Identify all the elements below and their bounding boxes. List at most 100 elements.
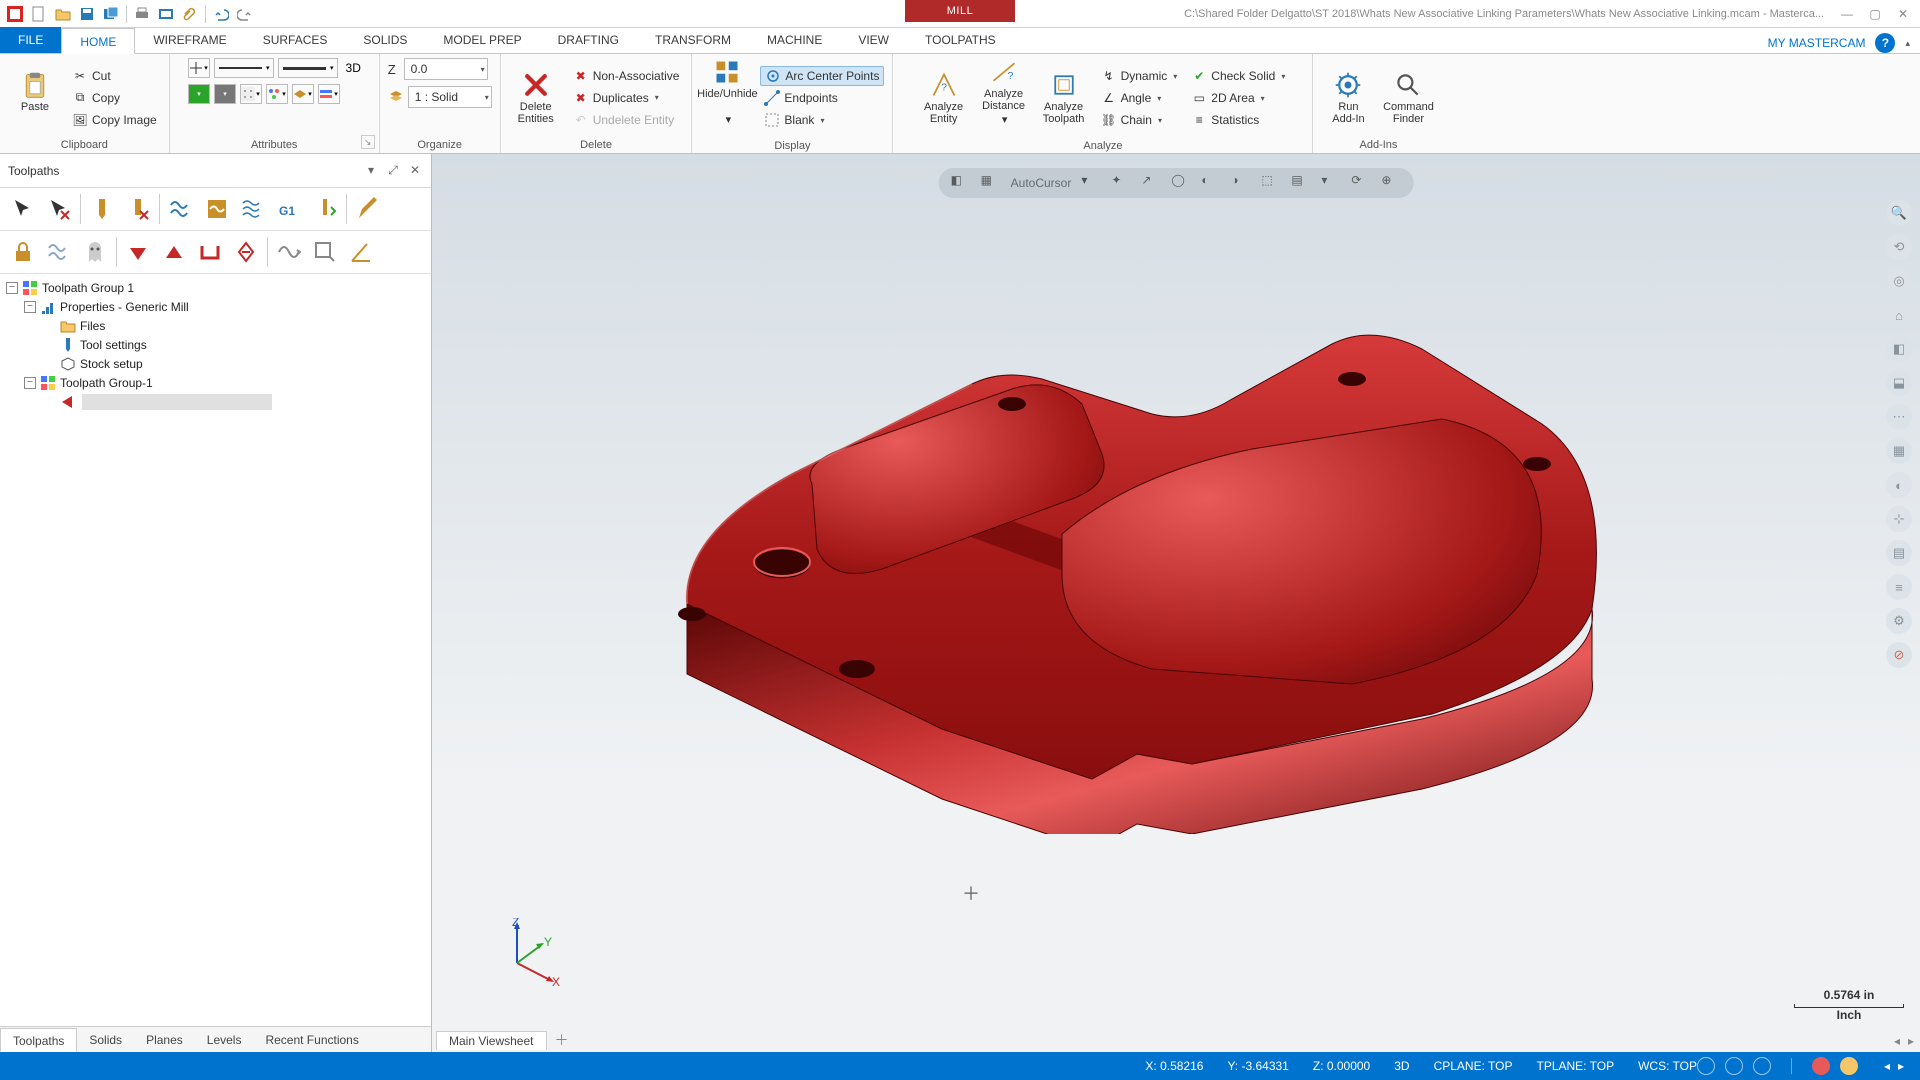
waves-icon[interactable] (42, 235, 76, 269)
diamond-red-icon[interactable] (229, 235, 263, 269)
area-2d-button[interactable]: ▭2D Area▾ (1187, 88, 1289, 108)
ft-icon[interactable]: ⊕ (1381, 173, 1401, 193)
close-icon[interactable]: ✕ (1896, 7, 1910, 21)
tab-model-prep[interactable]: MODEL PREP (425, 27, 539, 53)
endpoints-button[interactable]: Endpoints (760, 88, 884, 108)
panel-dropdown-icon[interactable]: ▾ (363, 163, 379, 178)
insert-tool-icon[interactable] (85, 192, 119, 226)
tree-row-stock[interactable]: Stock setup (2, 354, 429, 373)
qat-open-icon[interactable] (52, 3, 74, 25)
panel-tab-solids[interactable]: Solids (77, 1028, 134, 1052)
tab-drafting[interactable]: DRAFTING (540, 27, 637, 53)
tab-file[interactable]: FILE (0, 27, 61, 53)
tab-toolpaths[interactable]: TOOLPATHS (907, 27, 1014, 53)
tab-solids[interactable]: SOLIDS (345, 27, 425, 53)
color-combo[interactable]: ▾ (188, 84, 210, 104)
minimize-icon[interactable]: — (1840, 7, 1854, 21)
ft-icon[interactable]: ▾ (1321, 173, 1341, 193)
floating-selection-toolbar[interactable]: ◧ ▦ AutoCursor▾ ✦ ↗ ◯ ◐ ◑ ⬚ ▤ ▾ ⟳ ⊕ (939, 168, 1414, 198)
box-wavy-icon[interactable] (200, 192, 234, 226)
status-dot1-icon[interactable] (1812, 1057, 1830, 1075)
rv-section-icon[interactable]: ⬓ (1886, 370, 1912, 396)
ft-icon[interactable]: ◑ (1231, 173, 1251, 193)
select-cancel-icon[interactable] (42, 192, 76, 226)
z-value-input[interactable]: 0.0▾ (404, 58, 488, 80)
ft-icon[interactable]: ⬚ (1261, 173, 1281, 193)
tree-row-insert-point[interactable] (2, 392, 429, 411)
status-scroll-left[interactable]: ◂ (1882, 1059, 1892, 1073)
pattern-combo[interactable]: ▾ (240, 84, 262, 104)
status-tplane[interactable]: TPLANE: TOP (1537, 1059, 1615, 1073)
panel-tab-toolpaths[interactable]: Toolpaths (0, 1028, 77, 1052)
ft-icon[interactable]: ◐ (1201, 173, 1221, 193)
status-globe-icon[interactable] (1697, 1057, 1715, 1075)
statistics-button[interactable]: ≡Statistics (1187, 110, 1289, 130)
tab-surfaces[interactable]: SURFACES (245, 27, 346, 53)
tab-home[interactable]: HOME (61, 28, 135, 54)
qat-redo-icon[interactable] (234, 3, 256, 25)
tree-row-tool-settings[interactable]: Tool settings (2, 335, 429, 354)
collapse-icon[interactable]: − (6, 282, 18, 294)
tab-transform[interactable]: TRANSFORM (637, 27, 749, 53)
viewsheet-scroll[interactable]: ◂▸ (1894, 1034, 1914, 1048)
g1-button[interactable]: G1 (272, 192, 306, 226)
non-associative-button[interactable]: ✖Non-Associative (569, 66, 684, 86)
cut-button[interactable]: ✂Cut (68, 66, 161, 86)
tab-wireframe[interactable]: WIREFRAME (135, 27, 244, 53)
tree-row-files[interactable]: Files (2, 316, 429, 335)
toolpath-tree[interactable]: −Toolpath Group 1 −Properties - Generic … (0, 274, 431, 1026)
panel-tab-recent[interactable]: Recent Functions (253, 1028, 370, 1052)
arc-center-points-button[interactable]: Arc Center Points (760, 66, 884, 86)
viewport[interactable]: ◧ ▦ AutoCursor▾ ✦ ↗ ◯ ◐ ◑ ⬚ ▤ ▾ ⟳ ⊕ 🔍 ⟲ … (432, 154, 1920, 1052)
ft-icon[interactable]: ⟳ (1351, 173, 1371, 193)
copy-image-button[interactable]: 🖼Copy Image (68, 110, 161, 130)
ruler-arrow-icon[interactable] (308, 192, 342, 226)
status-dot2-icon[interactable] (1840, 1057, 1858, 1075)
chain-button[interactable]: ⛓Chain▾ (1097, 110, 1182, 130)
ft-icon[interactable]: ↗ (1141, 173, 1161, 193)
status-cplane[interactable]: CPLANE: TOP (1434, 1059, 1513, 1073)
copy-button[interactable]: ⧉Copy (68, 88, 161, 108)
help-icon[interactable]: ? (1875, 33, 1895, 53)
analyze-toolpath-button[interactable]: Analyze Toolpath (1037, 71, 1091, 125)
add-viewsheet-icon[interactable]: ＋ (549, 1030, 575, 1050)
shading-combo[interactable]: ▾ (318, 84, 340, 104)
tree-row-group1[interactable]: −Toolpath Group 1 (2, 278, 429, 297)
panel-tab-levels[interactable]: Levels (195, 1028, 254, 1052)
hide-unhide-button[interactable]: Hide/Unhide ▾ (700, 58, 754, 138)
rv-wire-icon[interactable]: ▦ (1886, 438, 1912, 464)
tab-view[interactable]: VIEW (840, 27, 907, 53)
autocursor-label[interactable]: AutoCursor (1011, 176, 1072, 190)
tab-machine[interactable]: MACHINE (749, 27, 840, 53)
rv-target-icon[interactable]: ◎ (1886, 268, 1912, 294)
command-finder-button[interactable]: Command Finder (1381, 71, 1435, 125)
sine-arrow-icon[interactable] (272, 235, 306, 269)
select-arrow-icon[interactable] (6, 192, 40, 226)
rv-home-icon[interactable]: ⌂ (1886, 302, 1912, 328)
attributes-dialog-launcher[interactable]: ↘ (361, 135, 375, 149)
status-mode[interactable]: 3D (1394, 1059, 1409, 1073)
up-red-icon[interactable] (157, 235, 191, 269)
status-wcs[interactable]: WCS: TOP (1638, 1059, 1697, 1073)
rv-layers-icon[interactable]: ≡ (1886, 574, 1912, 600)
maximize-icon[interactable]: ▢ (1868, 7, 1882, 21)
app-icon[interactable] (4, 3, 26, 25)
rv-grid-icon[interactable]: ▤ (1886, 540, 1912, 566)
viewsheet-tab-main[interactable]: Main Viewsheet (436, 1031, 547, 1050)
bracket-red-icon[interactable] (193, 235, 227, 269)
qat-save-icon[interactable] (76, 3, 98, 25)
angle-icon[interactable] (344, 235, 378, 269)
my-mastercam-link[interactable]: MY MASTERCAM (1768, 36, 1866, 50)
rv-axis-icon[interactable]: ⊹ (1886, 506, 1912, 532)
status-globe2-icon[interactable] (1725, 1057, 1743, 1075)
tree-row-group-1[interactable]: −Toolpath Group-1 (2, 373, 429, 392)
run-addin-button[interactable]: Run Add-In (1321, 71, 1375, 125)
rv-misc-icon[interactable]: ⋯ (1886, 404, 1912, 430)
ghost-icon[interactable] (78, 235, 112, 269)
rv-shade-icon[interactable]: ◐ (1886, 472, 1912, 498)
collapse-icon[interactable]: − (24, 301, 36, 313)
ft-icon[interactable]: ◧ (951, 173, 971, 193)
analyze-entity-button[interactable]: ?Analyze Entity (917, 71, 971, 125)
remove-tool-icon[interactable] (121, 192, 155, 226)
rv-cancel-icon[interactable]: ⊘ (1886, 642, 1912, 668)
